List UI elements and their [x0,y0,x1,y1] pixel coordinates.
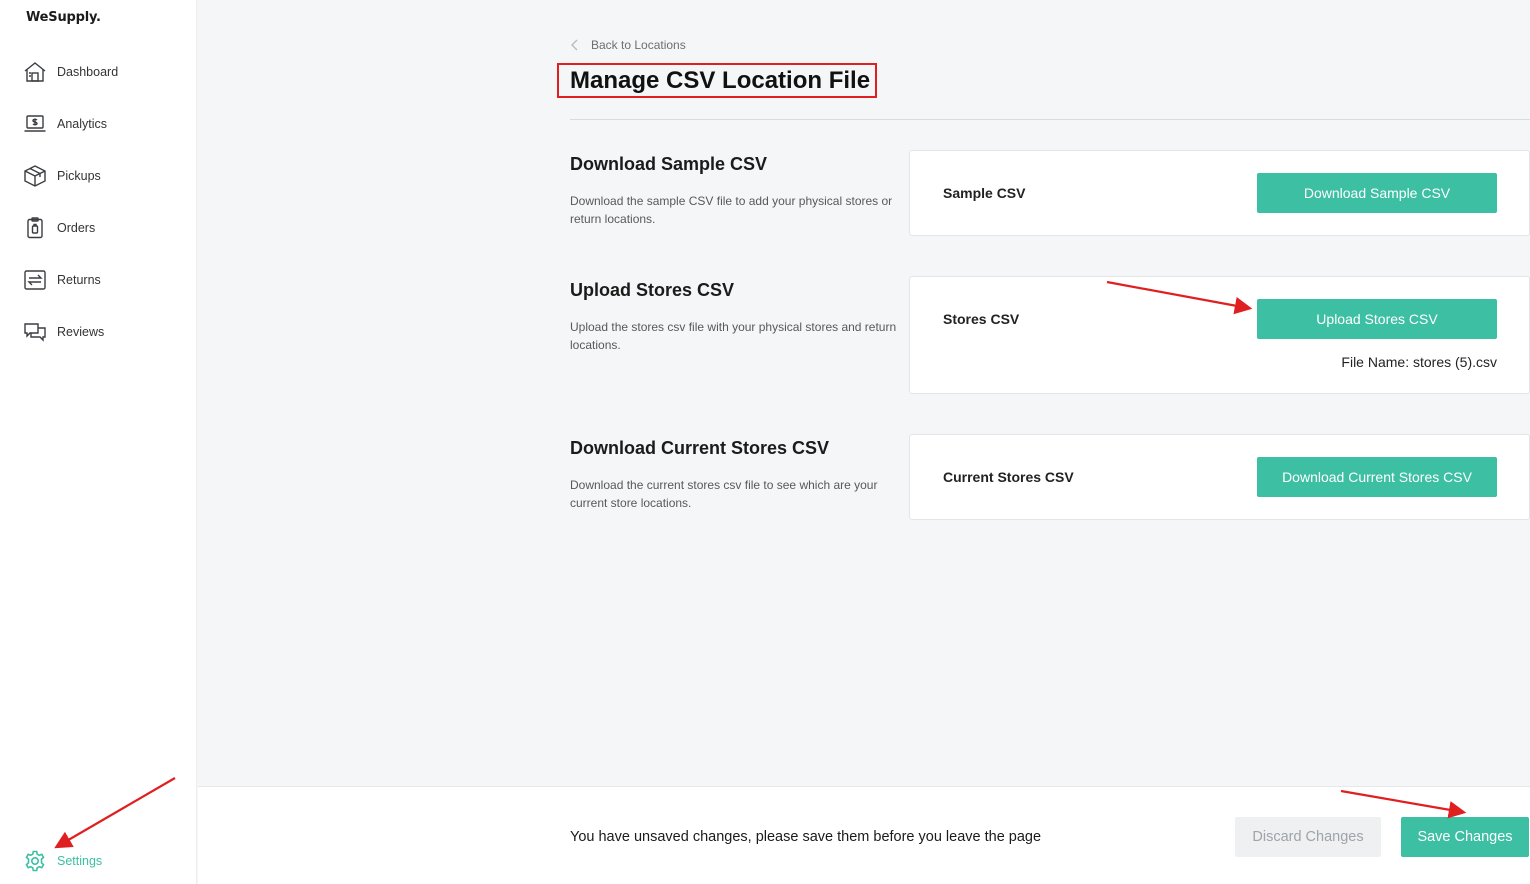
section-title-download-sample: Download Sample CSV [570,154,768,174]
return-arrows-icon [22,267,48,293]
uploaded-file-name: File Name: stores (5).csv [1341,354,1497,370]
sidebar: WeSupply. Dashboard Analytics Pickups Or… [0,0,197,884]
page-title: Manage CSV Location File [570,66,871,94]
laptop-dollar-icon [22,111,48,137]
house-icon [22,59,48,85]
header-divider [570,119,1530,120]
unsaved-changes-bar: You have unsaved changes, please save th… [198,786,1530,884]
section-title-upload-stores: Upload Stores CSV [570,280,735,300]
sample-csv-card: Sample CSV Download Sample CSV [909,150,1530,236]
sidebar-item-settings[interactable]: Settings [22,848,102,874]
section-description-upload-stores: Upload the stores csv file with your phy… [570,320,897,352]
stores-csv-card: Stores CSV Upload Stores CSV File Name: … [909,276,1530,394]
current-stores-csv-card: Current Stores CSV Download Current Stor… [909,434,1530,520]
unsaved-changes-message: You have unsaved changes, please save th… [570,829,1042,845]
sidebar-item-pickups[interactable]: Pickups [22,163,101,189]
gear-icon [22,848,48,874]
sidebar-item-label: Orders [57,221,96,235]
sidebar-item-label: Dashboard [57,65,119,79]
page-title-highlight: Manage CSV Location File [557,63,877,98]
chat-bubbles-icon [22,319,48,345]
section-description-download-current: Download the current stores csv file to … [570,478,878,510]
section-title-download-current: Download Current Stores CSV [570,438,830,458]
section-description-download-sample: Download the sample CSV file to add your… [570,194,893,226]
sidebar-item-label: Settings [57,854,103,868]
sidebar-item-label: Analytics [57,117,108,131]
card-label-current-stores-csv: Current Stores CSV [943,469,1074,485]
sidebar-item-analytics[interactable]: Analytics [22,111,107,137]
main-content: Back to Locations Manage CSV Location Fi… [198,0,1530,786]
sidebar-item-label: Reviews [57,325,105,339]
card-label-sample-csv: Sample CSV [943,185,1026,201]
sidebar-item-label: Returns [57,273,101,287]
app-logo[interactable]: WeSupply. [26,10,101,25]
download-current-stores-csv-button[interactable]: Download Current Stores CSV [1257,457,1497,497]
download-sample-csv-button[interactable]: Download Sample CSV [1257,173,1497,213]
discard-changes-button[interactable]: Discard Changes [1235,817,1381,857]
sidebar-item-orders[interactable]: Orders [22,215,95,241]
sidebar-item-dashboard[interactable]: Dashboard [22,59,118,85]
card-label-stores-csv: Stores CSV [943,311,1020,327]
sidebar-item-reviews[interactable]: Reviews [22,319,104,345]
save-changes-button[interactable]: Save Changes [1401,817,1529,857]
back-to-locations-link[interactable]: Back to Locations [570,38,686,52]
clipboard-icon [22,215,48,241]
sidebar-item-returns[interactable]: Returns [22,267,101,293]
box-icon [22,163,48,189]
upload-stores-csv-button[interactable]: Upload Stores CSV [1257,299,1497,339]
chevron-left-icon [571,39,578,51]
sidebar-item-label: Pickups [57,169,101,183]
back-link-label: Back to Locations [591,38,686,52]
